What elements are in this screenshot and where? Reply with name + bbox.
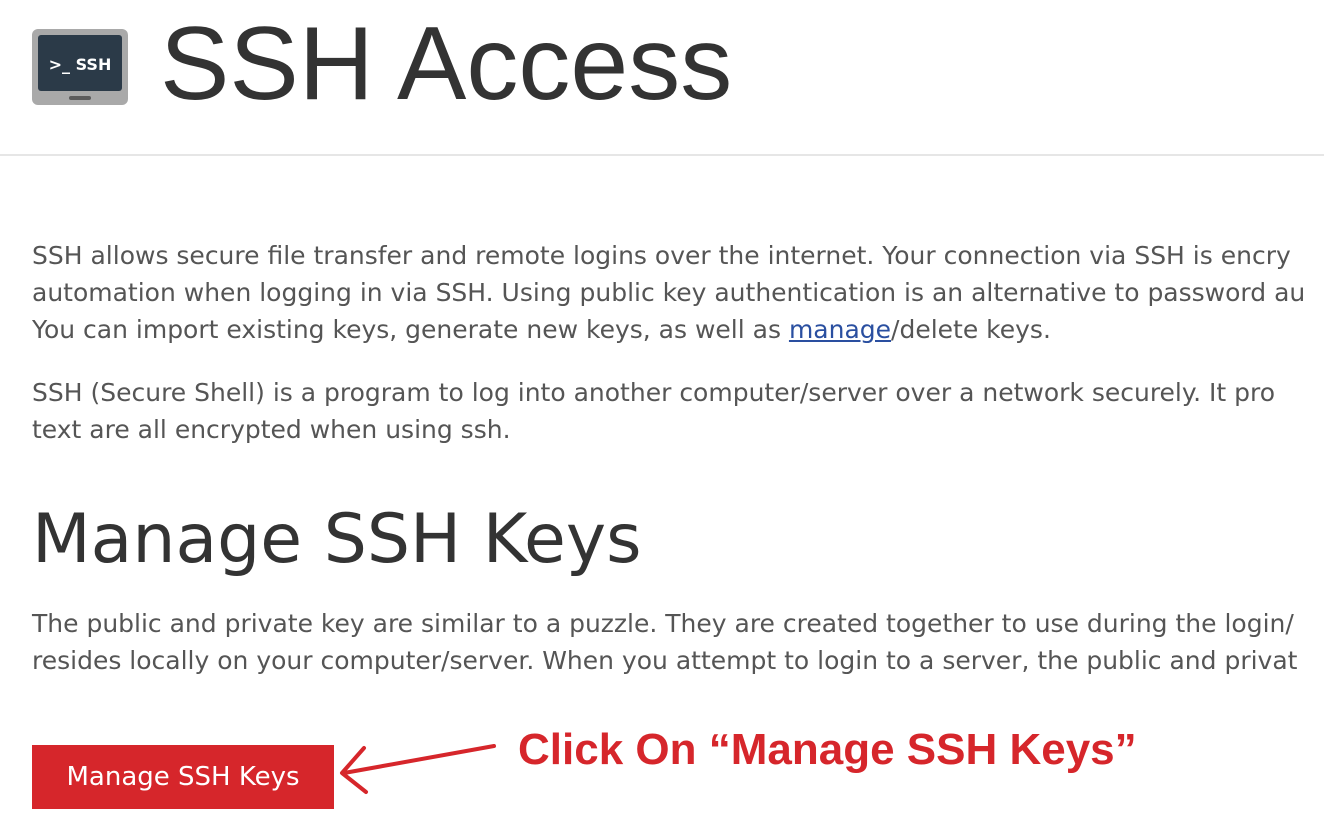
intro-line-3-tail: /delete keys.: [891, 315, 1051, 344]
intro-line-3: You can import existing keys, generate n…: [32, 311, 1305, 348]
about-paragraph: SSH (Secure Shell) is a program to log i…: [32, 374, 1275, 448]
intro-line-2: automation when logging in via SSH. Usin…: [32, 278, 1306, 307]
manage-line-2: resides locally on your computer/server.…: [32, 646, 1298, 675]
about-line-1: SSH (Secure Shell) is a program to log i…: [32, 378, 1276, 407]
manage-ssh-keys-button[interactable]: Manage SSH Keys: [32, 745, 334, 809]
manage-section-title: Manage SSH Keys: [32, 500, 642, 579]
intro-line-3-text: You can import existing keys, generate n…: [32, 315, 789, 344]
intro-line-1: SSH allows secure file transfer and remo…: [32, 241, 1291, 270]
manage-link[interactable]: manage: [789, 315, 891, 344]
annotation-arrow-icon: [340, 744, 496, 794]
ssh-terminal-icon: >_ SSH: [32, 29, 128, 105]
manage-line-1: The public and private key are similar t…: [32, 609, 1294, 638]
ssh-icon-label: >_ SSH: [49, 55, 112, 74]
manage-description: The public and private key are similar t…: [32, 605, 1297, 679]
page-header: >_ SSH SSH Access: [0, 0, 1324, 156]
about-line-2: text are all encrypted when using ssh.: [32, 415, 511, 444]
intro-paragraph: SSH allows secure file transfer and remo…: [32, 237, 1305, 348]
page-title: SSH Access: [160, 6, 733, 122]
page: >_ SSH SSH Access SSH allows secure file…: [0, 0, 1324, 836]
annotation-text: Click On “Manage SSH Keys”: [518, 725, 1137, 774]
